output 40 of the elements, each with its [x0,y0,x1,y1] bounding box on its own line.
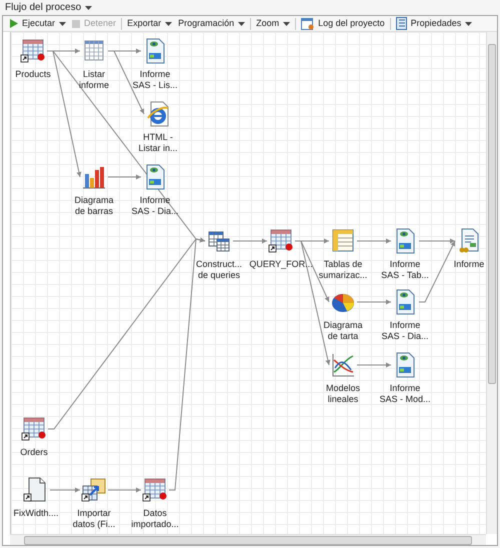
node-label: SAS - Dia... [380,331,430,342]
node-label: QUERY_FOR... [248,259,314,270]
node-label: de tarta [326,331,360,342]
node-label: Modelos [324,383,362,394]
node-label: de queries [196,270,241,281]
node-label: Datos [142,508,168,519]
node-label: Informe [138,69,172,80]
node-label: lineales [326,394,360,405]
node-label: SAS - Tab... [380,270,430,281]
node-label: Tablas de [322,259,364,270]
node-label: Informe [388,259,422,270]
toolbar-button[interactable]: Ejecutar [7,16,70,30]
node-label: SAS - Dia... [130,206,180,217]
toolbar-button[interactable]: Propiedades [392,16,476,30]
toolbar-button[interactable]: Zoom [253,16,294,30]
node-label: Diagrama [322,320,364,331]
node-label: SAS - Mod... [378,394,432,405]
toolbar-button[interactable]: Log del proyecto [298,16,388,30]
panel-title-button[interactable]: Flujo del proceso [5,0,92,15]
node-label: de barras [74,206,114,217]
node-label: importado... [130,519,180,530]
node-label: Importar [76,508,112,519]
node-label: informe [78,80,110,91]
node-label: SAS - Lis... [131,80,178,91]
node-label: Informe [388,383,422,394]
node-label: datos (Fi... [72,519,116,530]
node-label: Informe [138,195,172,206]
node-label: HTML - [142,132,174,143]
node-label: Listar in... [137,143,178,154]
node-label: sumarizac... [318,270,368,281]
toolbar-button[interactable]: Exportar [124,16,176,30]
node-label: Products [14,69,52,80]
node-label: Informe [388,320,422,331]
node-label: Diagrama [73,195,114,206]
toolbar-button[interactable]: Programación [175,16,248,30]
node-label: Construct... [194,259,243,270]
node-label: Orders [19,447,49,458]
node-label: FixWidth.... [12,508,60,519]
node-label: Informe [452,259,486,270]
node-label: Listar [82,69,106,80]
